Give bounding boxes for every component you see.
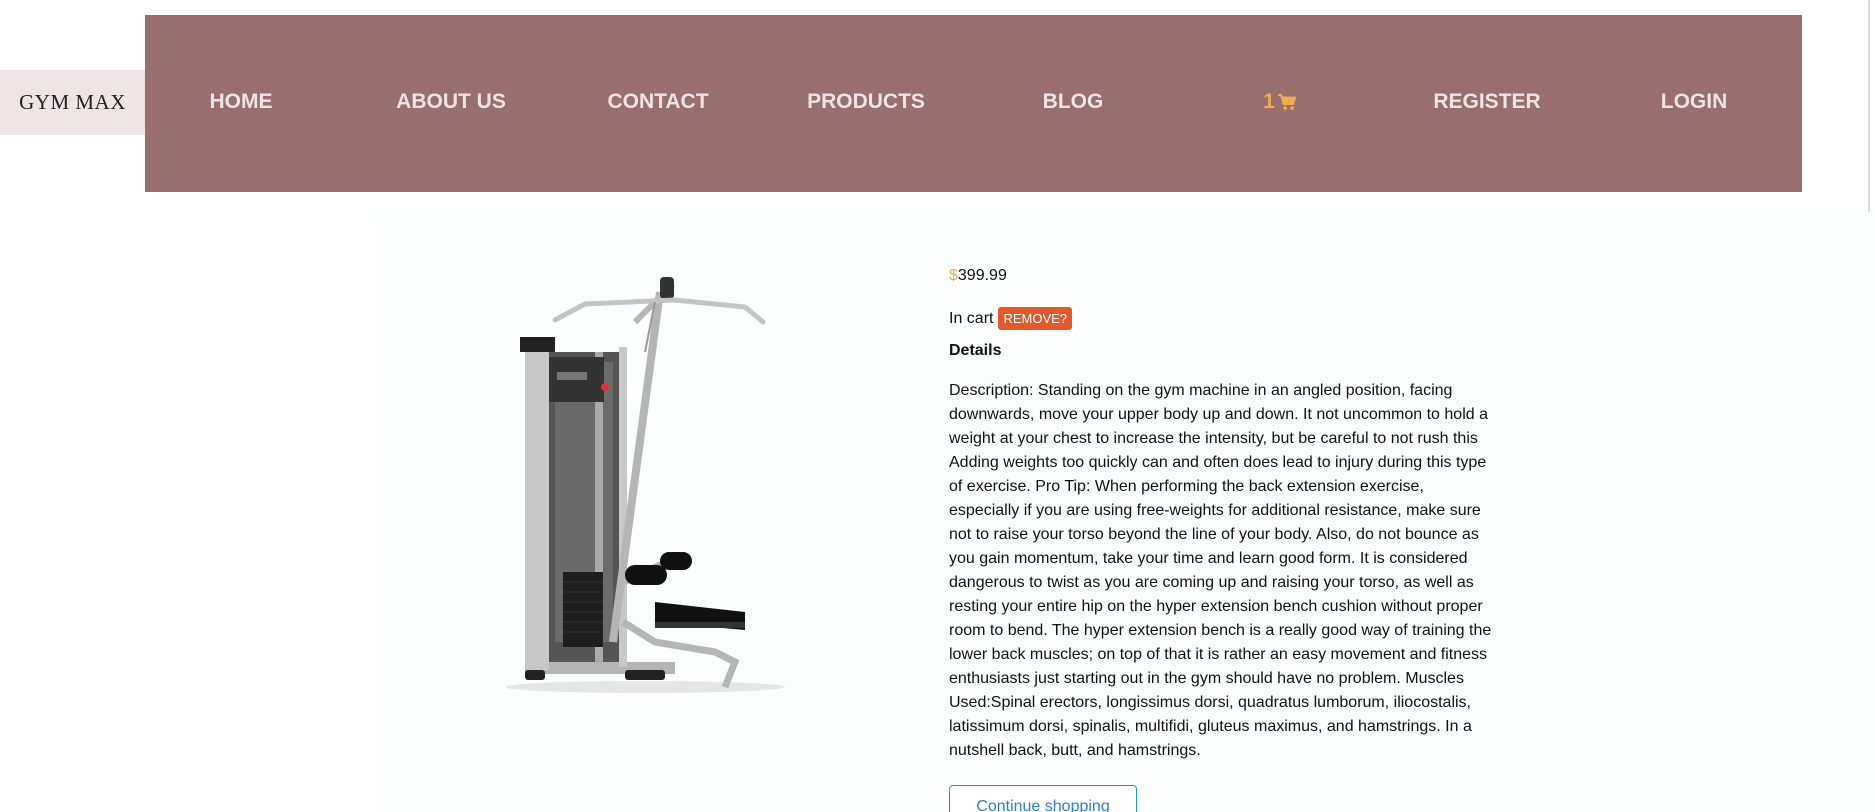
nav-login[interactable]: LOGIN bbox=[1661, 90, 1728, 114]
nav-contact[interactable]: CONTACT bbox=[607, 90, 708, 114]
brand-logo[interactable]: GYM MAX bbox=[0, 70, 145, 135]
product-description: Description: Standing on the gym machine… bbox=[949, 382, 1492, 759]
price-value: 399.99 bbox=[957, 267, 1007, 284]
nav-products[interactable]: PRODUCTS bbox=[807, 90, 925, 114]
nav-cart[interactable]: 1 bbox=[1263, 90, 1297, 114]
in-cart-label: In cart bbox=[949, 309, 994, 327]
main-navbar: HOME ABOUT US CONTACT PRODUCTS BLOG 1 RE… bbox=[145, 15, 1802, 192]
nav-blog[interactable]: BLOG bbox=[1043, 90, 1104, 114]
cart-count: 1 bbox=[1263, 90, 1275, 113]
product-info: $399.99 In cart REMOVE? Details Descript… bbox=[949, 262, 1494, 763]
remove-from-cart-button[interactable]: REMOVE? bbox=[998, 307, 1073, 330]
nav-about-us[interactable]: ABOUT US bbox=[396, 90, 506, 114]
brand-name: GYM MAX bbox=[19, 90, 126, 114]
continue-shopping-label: Continue shopping bbox=[976, 798, 1110, 812]
continue-shopping-button[interactable]: Continue shopping bbox=[949, 785, 1137, 812]
currency-symbol: $ bbox=[949, 267, 958, 284]
nav-home[interactable]: HOME bbox=[210, 90, 273, 114]
product-price: $399.99 bbox=[949, 267, 1494, 285]
in-cart-row: In cart REMOVE? bbox=[949, 307, 1494, 330]
cart-icon bbox=[1277, 94, 1296, 110]
nav-register[interactable]: REGISTER bbox=[1433, 90, 1540, 114]
product-image bbox=[505, 277, 785, 693]
page: GYM MAX HOME ABOUT US CONTACT PRODUCTS B… bbox=[0, 0, 1875, 812]
details-heading: Details bbox=[949, 342, 1002, 359]
